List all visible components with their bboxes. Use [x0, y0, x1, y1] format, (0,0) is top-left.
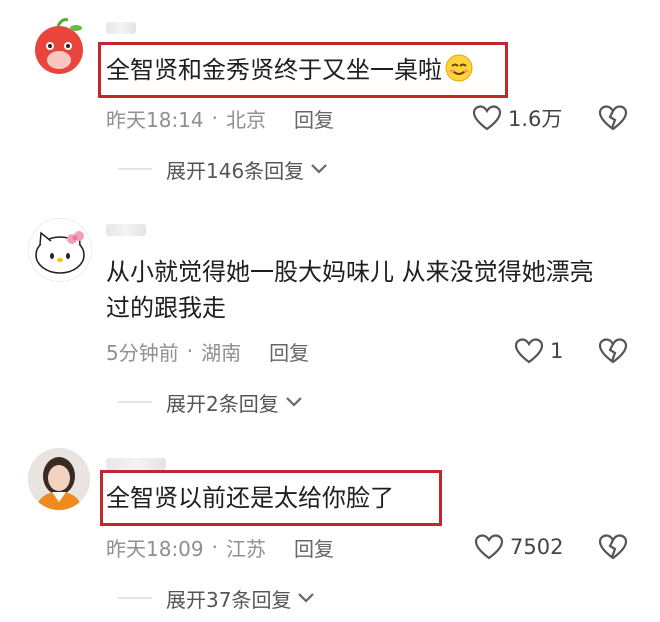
comment-meta: 昨天18:09 · 江苏 回复	[106, 532, 334, 562]
avatar[interactable]	[28, 448, 90, 510]
reply-button[interactable]: 回复	[294, 533, 334, 562]
timestamp: 昨天18:09	[106, 536, 204, 561]
expand-replies-button[interactable]: 展开37条回复	[118, 583, 315, 613]
broken-heart-icon	[598, 534, 628, 560]
comment-text: 全智贤以前还是太给你脸了	[106, 484, 394, 512]
like-count: 7502	[510, 535, 564, 559]
dislike-button[interactable]	[598, 532, 628, 562]
separator-dot: ·	[211, 535, 218, 559]
like-button[interactable]: 7502	[474, 532, 563, 562]
username-blurred[interactable]	[106, 458, 166, 470]
profile-photo-avatar-icon	[28, 448, 90, 510]
chevron-down-icon	[298, 593, 315, 603]
heart-outline-icon	[474, 534, 504, 560]
expand-replies-label: 展开37条回复	[166, 587, 292, 612]
divider-line	[118, 597, 152, 599]
comment-item: 全智贤以前还是太给你脸了 昨天18:09 · 江苏 回复 7502 展开37条回…	[0, 0, 660, 622]
location: 江苏	[226, 536, 266, 561]
